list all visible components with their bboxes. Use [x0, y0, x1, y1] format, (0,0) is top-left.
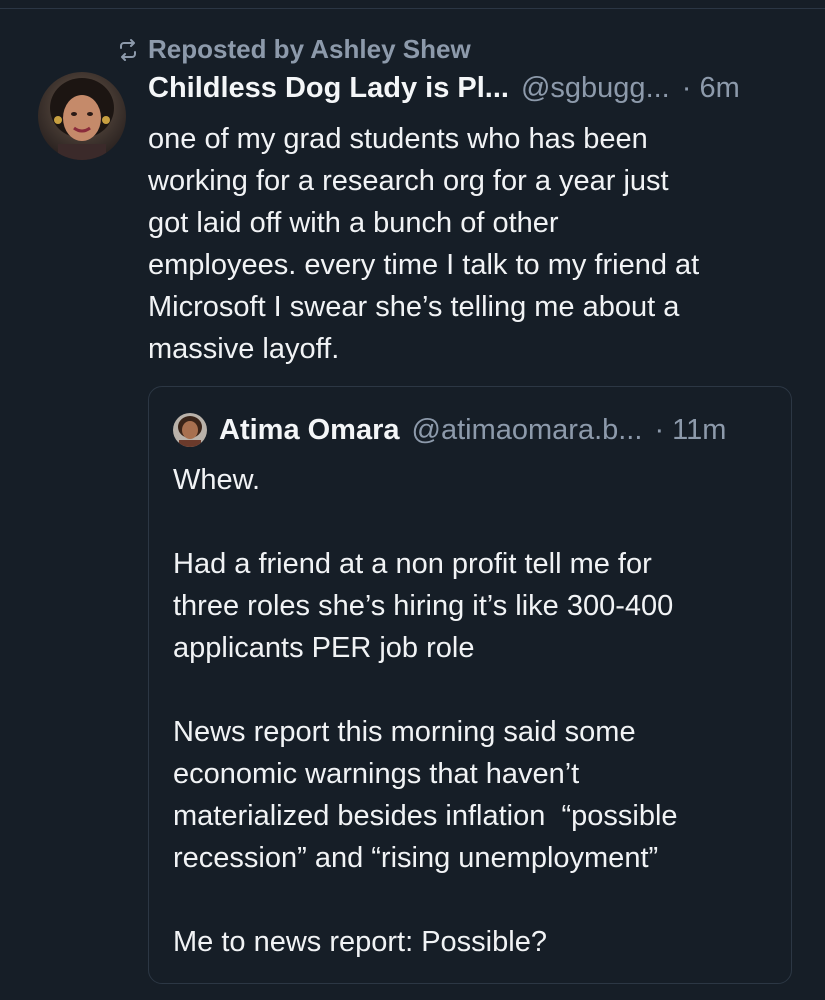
quoted-post-card[interactable]: Atima Omara @atimaomara.b... · 11m Whew.… — [148, 386, 792, 984]
repost-icon — [116, 38, 140, 62]
author-handle[interactable]: @sgbugg... — [521, 72, 670, 105]
post-body-text: one of my grad students who has been wor… — [148, 123, 700, 365]
quoted-post-timestamp[interactable]: · 11m — [654, 414, 726, 447]
top-divider — [0, 8, 825, 9]
quoted-author-avatar[interactable] — [173, 413, 207, 447]
repost-indicator[interactable]: Reposted by Ashley Shew — [116, 34, 471, 65]
post-feed-item[interactable]: Reposted by Ashley Shew Childless Dog La… — [0, 0, 825, 1000]
quoted-author-handle[interactable]: @atimaomara.b... — [412, 414, 643, 447]
author-display-name[interactable]: Childless Dog Lady is Pl... — [148, 72, 509, 105]
post-timestamp[interactable]: · 6m — [682, 72, 740, 105]
author-avatar[interactable] — [38, 72, 126, 160]
quoted-author-display-name[interactable]: Atima Omara — [219, 414, 400, 447]
quoted-post-body-text: Whew. Had a friend at a non profit tell … — [173, 464, 678, 958]
repost-label[interactable]: Reposted by Ashley Shew — [148, 34, 471, 65]
quoted-post-header: Atima Omara @atimaomara.b... · 11m — [173, 413, 726, 447]
post-header: Childless Dog Lady is Pl... @sgbugg... ·… — [148, 72, 740, 105]
